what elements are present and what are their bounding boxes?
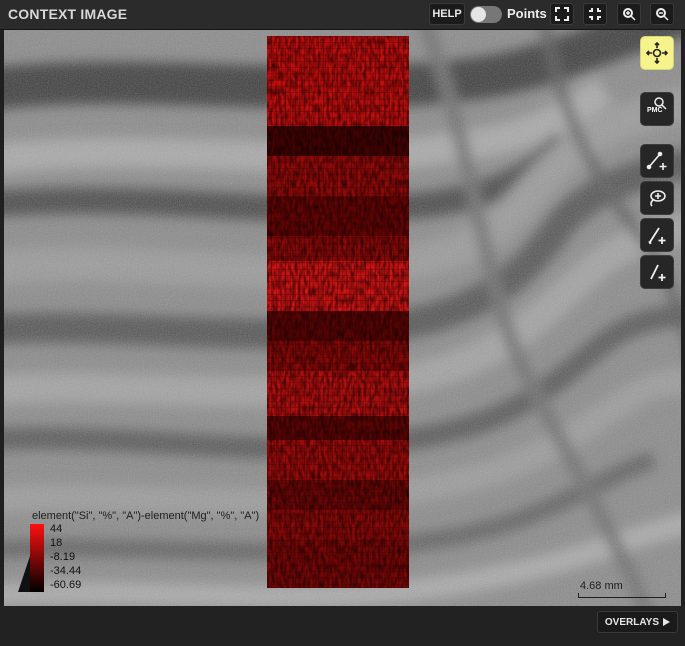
zoom-out-icon (656, 8, 669, 21)
points-toggle[interactable] (470, 6, 502, 23)
pan-move-icon (646, 42, 668, 64)
overlays-button[interactable]: OVERLAYS (596, 611, 678, 633)
legend-tick: 18 (50, 537, 63, 549)
add-brush-icon (648, 227, 666, 245)
panel-footer: OVERLAYS (0, 606, 685, 646)
legend-range-handle[interactable] (18, 556, 30, 592)
context-image-viewport[interactable]: PMC element("Si", "%", "A")-element("Mg"… (4, 30, 681, 606)
add-line-icon (646, 151, 667, 170)
points-label: Points (507, 6, 547, 21)
panel-title: CONTEXT IMAGE (8, 6, 128, 22)
legend-tick: 44 (50, 523, 63, 535)
add-brush-button[interactable] (640, 218, 674, 252)
play-triangle-icon (663, 618, 670, 626)
pmc-label: PMC (647, 107, 663, 114)
add-lasso-icon (650, 190, 666, 207)
panel-header: CONTEXT IMAGE HELP Points (0, 0, 685, 30)
scale-bar (578, 593, 666, 598)
legend-color-ramp (30, 524, 44, 592)
add-line-button[interactable] (640, 144, 674, 178)
add-brush-alt-button[interactable] (640, 255, 674, 289)
zoom-out-button[interactable] (650, 3, 674, 25)
zoom-in-button[interactable] (617, 3, 641, 25)
legend-tick: -8.19 (50, 551, 76, 563)
legend-tick: -60.69 (50, 579, 82, 591)
expand-icon (555, 7, 569, 21)
add-lasso-button[interactable] (640, 181, 674, 215)
legend-tick: -34.44 (50, 565, 82, 577)
add-brush-alt-icon (650, 264, 666, 281)
overlays-label: OVERLAYS (604, 616, 659, 628)
expand-button[interactable] (550, 3, 574, 25)
pan-tool-button[interactable] (640, 36, 674, 70)
help-button[interactable]: HELP (429, 3, 465, 25)
collapse-icon (589, 8, 601, 20)
legend-expression: element("Si", "%", "A")-element("Mg", "%… (32, 510, 260, 522)
element-map-overlay (267, 36, 409, 588)
pmc-select-button[interactable]: PMC (640, 92, 674, 126)
collapse-button[interactable] (583, 3, 607, 25)
scale-label: 4.68 mm (580, 580, 623, 592)
toggle-knob (471, 7, 486, 22)
zoom-in-icon (623, 8, 636, 21)
